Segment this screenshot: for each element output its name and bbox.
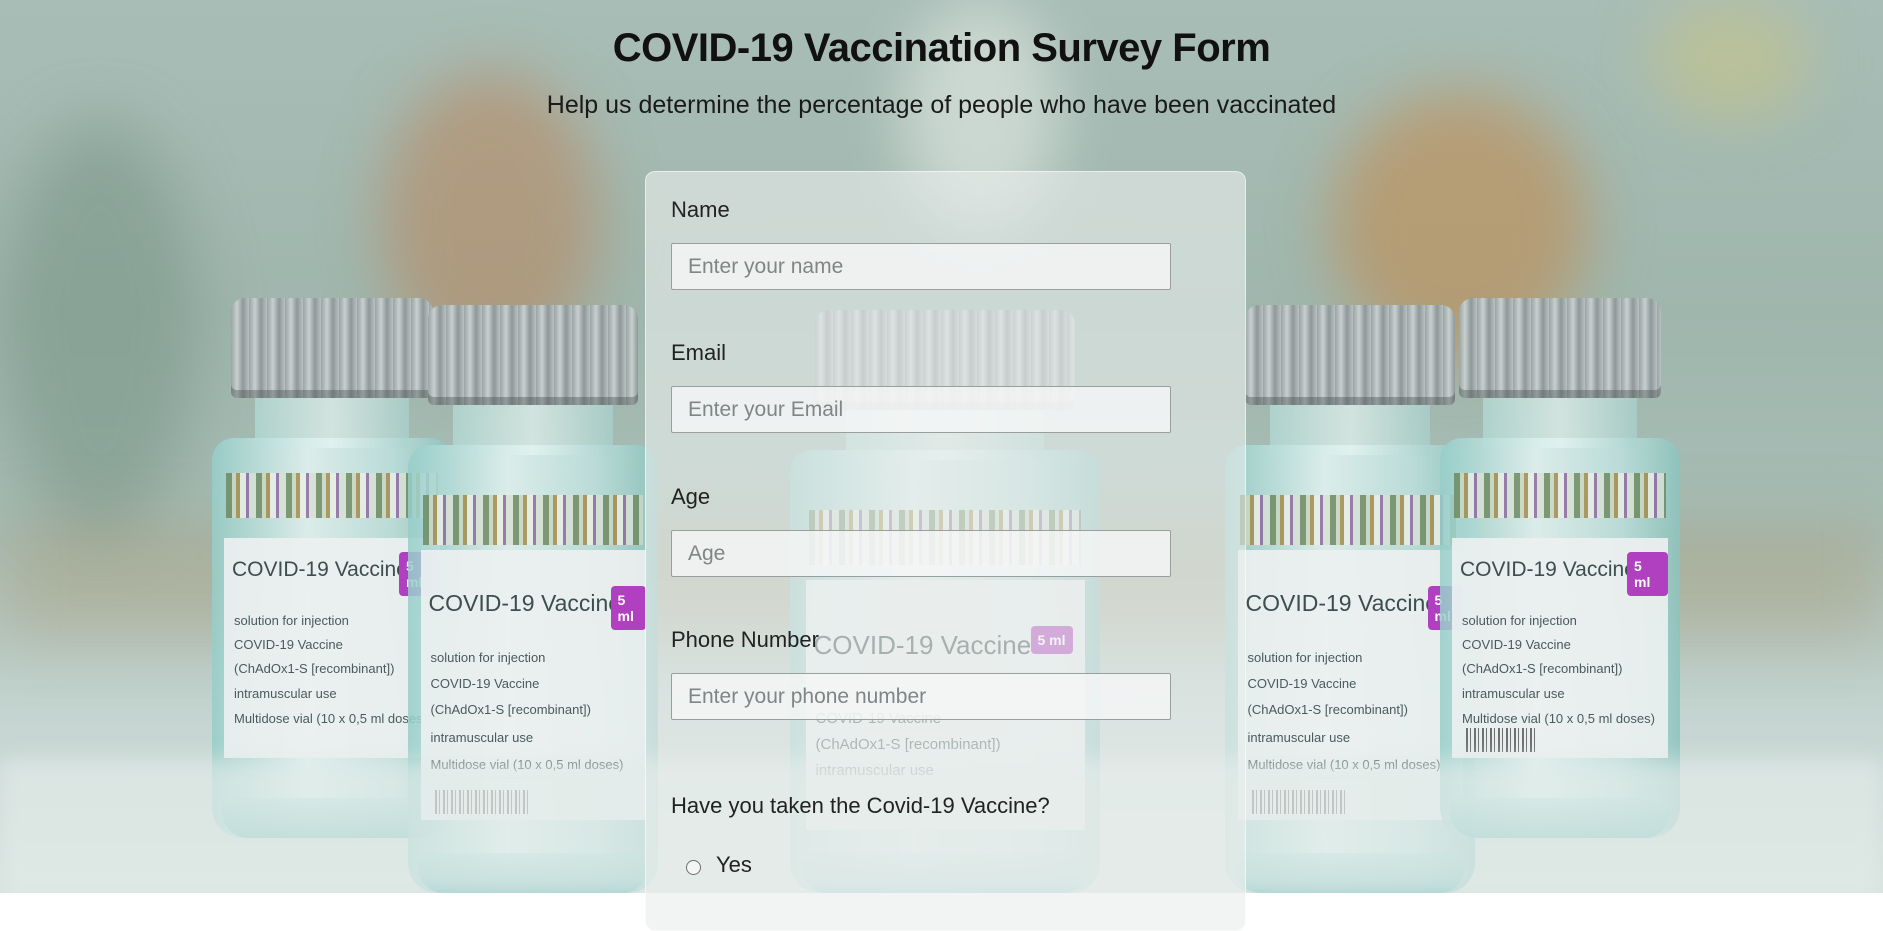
email-label: Email (671, 340, 727, 365)
vial-stripes (1240, 495, 1460, 545)
vial-label-line: solution for injection (1247, 650, 1363, 665)
age-input[interactable] (671, 530, 1171, 577)
page-subtitle: Help us determine the percentage of peop… (546, 91, 1337, 119)
vial-label-line: intramuscular use (1462, 686, 1565, 701)
vaccine-question-label: Have you taken the Covid-19 Vaccine? (671, 793, 1050, 818)
yes-radio[interactable] (686, 860, 701, 875)
survey-form: Name Email Age Phone Number Have you tak… (645, 171, 1246, 931)
email-input[interactable] (671, 386, 1171, 433)
vaccine-vial: COVID-19 Vaccine 5 ml solution for injec… (1440, 298, 1680, 838)
vial-cap (231, 298, 433, 398)
vial-neck (1483, 398, 1637, 448)
vial-neck (255, 398, 409, 448)
vial-label-line: (ChAdOx1-S [recombinant]) (1462, 661, 1623, 676)
vial-label-title: COVID-19 Vaccine (232, 558, 408, 581)
vial-label-line: COVID-19 Vaccine (1462, 637, 1571, 652)
vial-label-line: COVID-19 Vaccine (234, 637, 343, 652)
vial-label-line: Multidose vial (10 x 0,5 ml doses) (234, 711, 427, 726)
vial-label: COVID-19 Vaccine 5 ml solution for injec… (1452, 538, 1668, 758)
vaccine-option-yes[interactable]: Yes (646, 852, 846, 882)
yes-radio-label: Yes (716, 852, 752, 877)
vial-label-line: (ChAdOx1-S [recombinant]) (234, 661, 395, 676)
vial-stripes (226, 473, 438, 518)
vial-label-line: Multidose vial (10 x 0,5 ml doses) (1462, 711, 1655, 726)
vial-label-line: intramuscular use (1247, 730, 1351, 745)
page-title: COVID-19 Vaccination Survey Form (612, 26, 1271, 70)
vial-label-line: solution for injection (1462, 613, 1577, 628)
vial-label-title: COVID-19 Vaccine (428, 590, 622, 616)
background-blur (0, 120, 200, 540)
phone-input[interactable] (671, 673, 1171, 720)
vial-barcode (1466, 728, 1536, 752)
vial-label-line: intramuscular use (430, 730, 534, 745)
vial-label-line: (ChAdOx1-S [recombinant]) (1247, 702, 1408, 717)
vial-label-line: solution for injection (430, 650, 546, 665)
vial-cap (1459, 298, 1661, 398)
vial-stripes (423, 495, 643, 545)
vial-cap (1245, 305, 1455, 405)
vial-label-line: solution for injection (234, 613, 349, 628)
phone-label: Phone Number (671, 627, 819, 652)
age-label: Age (671, 484, 711, 509)
vial-label-line: (ChAdOx1-S [recombinant]) (430, 702, 591, 717)
vial-stripes (1454, 473, 1666, 518)
vial-volume-tag: 5 ml (610, 586, 646, 630)
vial-label-title: COVID-19 Vaccine (1460, 558, 1636, 581)
vial-volume-tag: 5 ml (1627, 552, 1668, 596)
vial-neck (453, 405, 613, 455)
vial-neck (1270, 405, 1430, 455)
vial-label-line: COVID-19 Vaccine (430, 676, 540, 691)
vial-label-line: intramuscular use (234, 686, 337, 701)
vial-label-title: COVID-19 Vaccine (1245, 590, 1439, 616)
name-input[interactable] (671, 243, 1171, 290)
name-label: Name (671, 197, 730, 222)
vial-label-line: COVID-19 Vaccine (1247, 676, 1357, 691)
vial-cap (428, 305, 638, 405)
